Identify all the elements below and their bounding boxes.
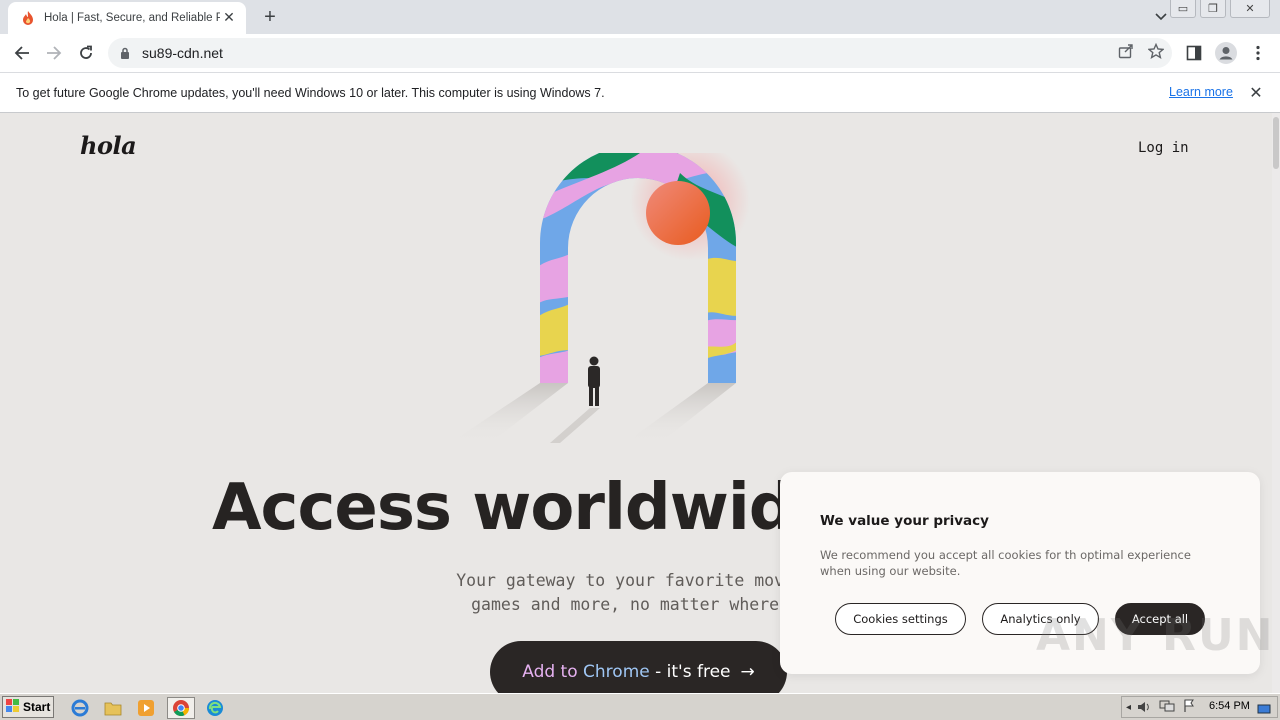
- arrow-right-icon: →: [740, 662, 755, 682]
- cta-label-part1: Add to: [522, 662, 584, 682]
- omnibox-actions: [1118, 42, 1165, 63]
- forward-arrow-icon[interactable]: [40, 39, 68, 67]
- windows-logo-icon: [6, 698, 20, 716]
- cookies-settings-button[interactable]: Cookies settings: [835, 603, 966, 635]
- close-window-button[interactable]: ✕: [1230, 0, 1270, 18]
- tab-title: Hola | Fast, Secure, and Reliable Proxy: [44, 12, 220, 24]
- start-button[interactable]: Start: [2, 696, 54, 718]
- hero-headline: Access worldwide: [212, 471, 837, 545]
- tray-chevron-icon[interactable]: ◂: [1126, 702, 1131, 713]
- network-icon[interactable]: [1159, 698, 1175, 717]
- minimize-button[interactable]: ▭: [1170, 0, 1196, 18]
- file-explorer-icon[interactable]: [102, 697, 124, 719]
- page-scrollbar[interactable]: [1272, 113, 1280, 693]
- show-desktop-icon[interactable]: [1257, 701, 1271, 720]
- menu-dots-icon[interactable]: [1244, 39, 1272, 67]
- cookie-title: We value your privacy: [820, 513, 989, 529]
- browser-tab[interactable]: Hola | Fast, Secure, and Reliable Proxy …: [8, 2, 246, 34]
- infobar-close-icon[interactable]: ✕: [1247, 83, 1265, 102]
- reload-icon[interactable]: [72, 39, 100, 67]
- arch-illustration: [450, 153, 750, 443]
- tab-strip: Hola | Fast, Secure, and Reliable Proxy …: [0, 0, 1280, 34]
- address-bar[interactable]: su89-cdn.net: [108, 38, 1172, 68]
- tab-close-icon[interactable]: ✕: [220, 9, 238, 27]
- media-player-icon[interactable]: [135, 697, 157, 719]
- login-link[interactable]: Log in: [1138, 140, 1189, 156]
- hola-logo[interactable]: hola: [80, 131, 137, 160]
- person-silhouette: [588, 356, 600, 406]
- windows-taskbar: Start ◂ 6:54 PM: [0, 693, 1280, 720]
- edge-icon[interactable]: [204, 697, 226, 719]
- update-infobar: To get future Google Chrome updates, you…: [0, 72, 1280, 113]
- cookie-text: We recommend you accept all cookies for …: [820, 548, 1191, 578]
- volume-icon[interactable]: [1137, 698, 1151, 717]
- action-center-flag-icon[interactable]: [1183, 698, 1195, 717]
- window-controls: ▭ ❐ ✕: [1166, 0, 1270, 18]
- chrome-taskbar-icon[interactable]: [167, 697, 195, 719]
- infobar-message: To get future Google Chrome updates, you…: [16, 85, 605, 100]
- url-text[interactable]: su89-cdn.net: [142, 45, 223, 61]
- cta-label-part3: - it's free: [649, 662, 731, 682]
- anyrun-watermark: ANY RUN: [1036, 610, 1275, 661]
- hola-flame-icon: [20, 10, 36, 26]
- side-panel-icon[interactable]: [1180, 39, 1208, 67]
- lock-icon[interactable]: [120, 44, 130, 63]
- internet-explorer-icon[interactable]: [69, 697, 91, 719]
- browser-toolbar: su89-cdn.net: [0, 34, 1280, 72]
- new-tab-button[interactable]: +: [258, 5, 282, 29]
- taskbar-clock[interactable]: 6:54 PM: [1209, 700, 1250, 712]
- cta-label-part2: Chrome: [583, 662, 650, 682]
- scrollbar-thumb[interactable]: [1273, 117, 1279, 169]
- restore-button[interactable]: ❐: [1200, 0, 1226, 18]
- share-icon[interactable]: [1118, 43, 1134, 63]
- profile-avatar-icon[interactable]: [1212, 39, 1240, 67]
- learn-more-link[interactable]: Learn more: [1169, 85, 1233, 99]
- bookmark-star-icon[interactable]: [1147, 42, 1165, 63]
- back-arrow-icon[interactable]: [8, 39, 36, 67]
- add-to-chrome-button[interactable]: Add to Chrome - it's free →: [490, 641, 787, 693]
- start-label: Start: [23, 700, 51, 714]
- system-tray: ◂: [1121, 696, 1278, 718]
